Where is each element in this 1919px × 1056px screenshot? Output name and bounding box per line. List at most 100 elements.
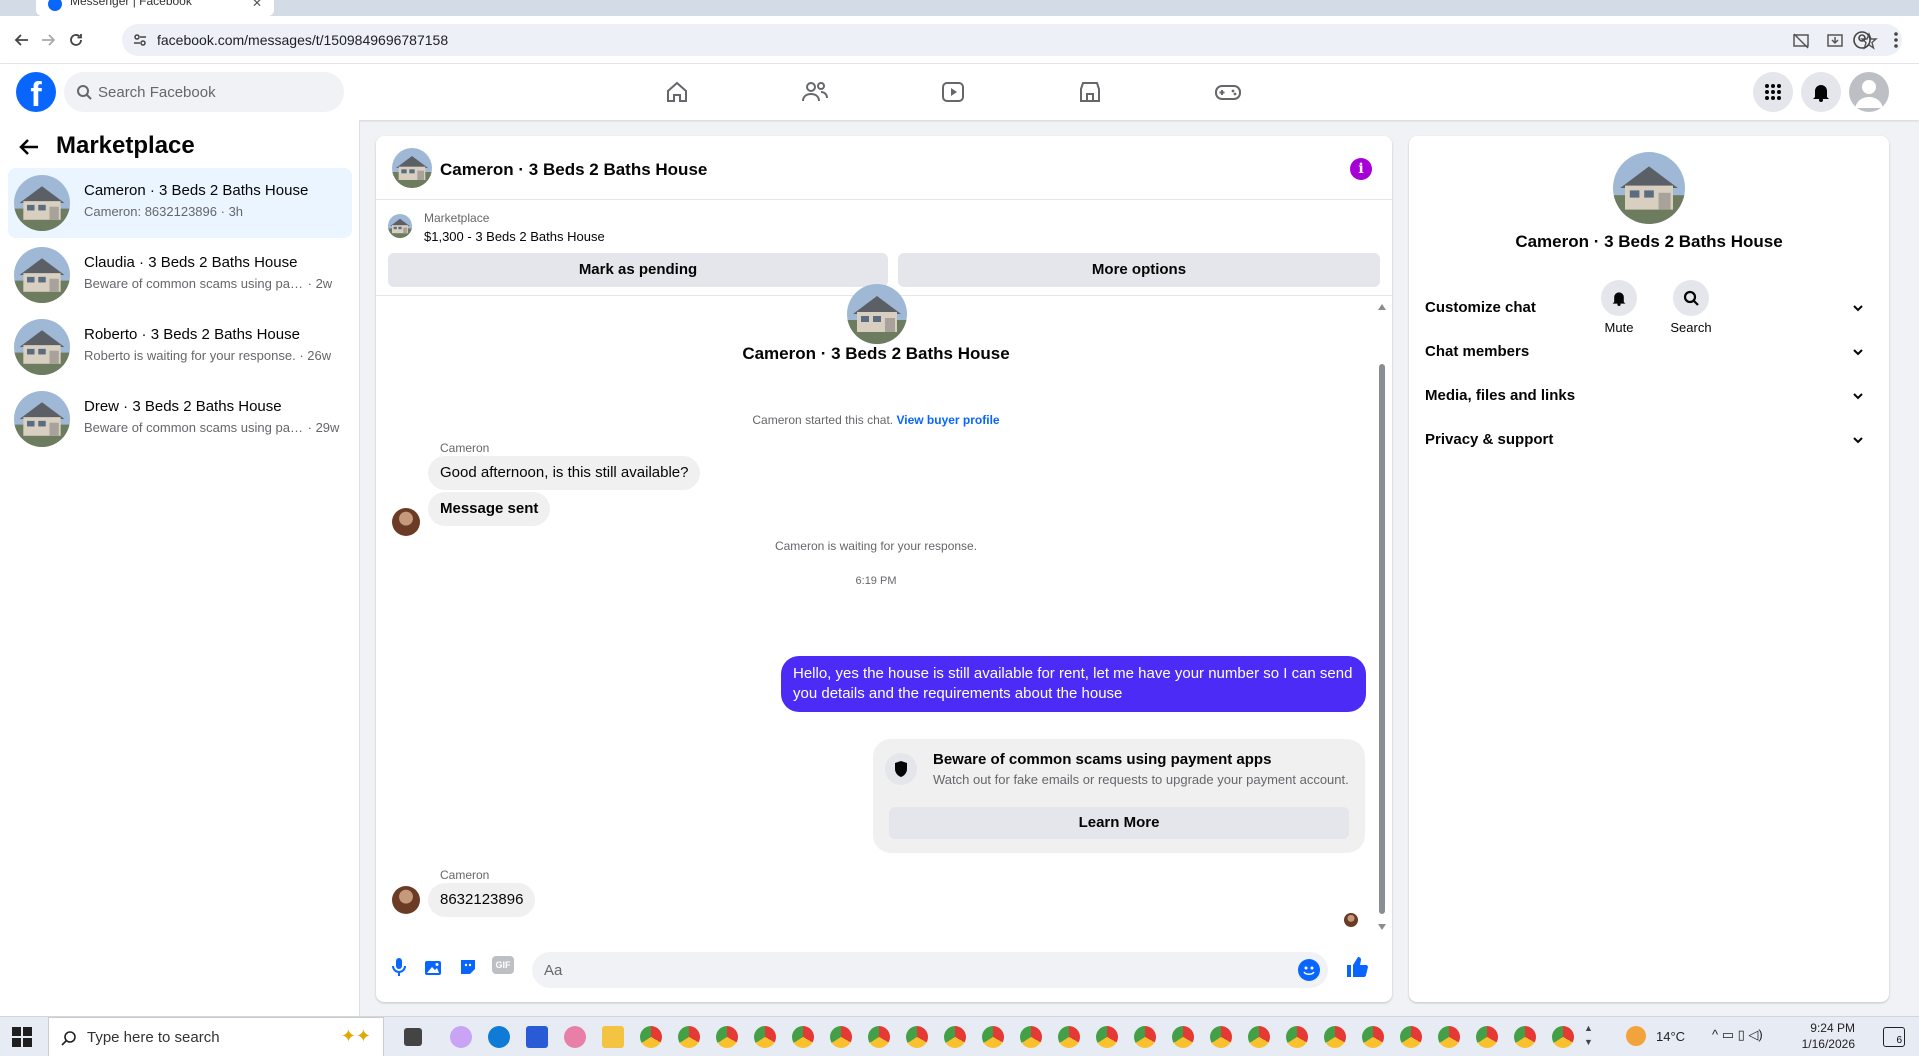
message-composer: GIF	[376, 936, 1392, 1002]
emoji-icon[interactable]	[1298, 959, 1320, 981]
menu-grid-button[interactable]	[1753, 72, 1793, 112]
chrome-app-icon[interactable]	[1286, 1026, 1308, 1048]
microphone-icon[interactable]	[388, 956, 410, 978]
listing-title[interactable]: $1,300 - 3 Beds 2 Baths House	[424, 229, 605, 244]
facebook-search-input[interactable]	[98, 72, 328, 112]
back-icon[interactable]	[10, 28, 34, 52]
conversation-item[interactable]: Roberto · 3 Beds 2 Baths House Roberto i…	[8, 312, 352, 382]
cast-off-icon[interactable]	[1792, 32, 1810, 50]
chrome-app-icon[interactable]	[716, 1026, 738, 1048]
install-app-icon[interactable]	[1826, 32, 1844, 50]
taskbar-search[interactable]: Type here to search ✦✦	[48, 1017, 384, 1056]
close-tab-icon[interactable]: ✕	[252, 0, 262, 10]
chrome-app-icon[interactable]	[678, 1026, 700, 1048]
chrome-app-icon[interactable]	[1134, 1026, 1156, 1048]
chrome-app-icon[interactable]	[906, 1026, 928, 1048]
listing-thumbnail[interactable]	[388, 214, 412, 238]
chrome-app-icon[interactable]	[1172, 1026, 1194, 1048]
account-avatar[interactable]	[1849, 72, 1889, 112]
copilot-app-icon[interactable]	[450, 1026, 472, 1048]
chrome-app-icon[interactable]	[944, 1026, 966, 1048]
chrome-app-icon[interactable]	[1058, 1026, 1080, 1048]
chrome-app-icon[interactable]	[1362, 1026, 1384, 1048]
chrome-app-icon[interactable]	[1438, 1026, 1460, 1048]
conversation-preview: Beware of common scams using pay...	[84, 420, 304, 435]
message-input[interactable]	[544, 952, 1284, 988]
conversation-preview: Beware of common scams using pay...	[84, 276, 304, 291]
system-tray-icons[interactable]: ^ ▭ ▯ ◁)	[1712, 1027, 1763, 1043]
thread-scrollbar[interactable]	[1378, 304, 1386, 930]
sender-avatar[interactable]	[392, 508, 420, 536]
incoming-message[interactable]: Message sent	[428, 492, 551, 526]
site-info-icon[interactable]	[132, 32, 148, 48]
store-app-icon[interactable]	[526, 1026, 548, 1048]
sender-avatar[interactable]	[392, 886, 420, 914]
browser-menu-icon[interactable]	[1884, 28, 1908, 52]
chrome-app-icon[interactable]	[1248, 1026, 1270, 1048]
conversation-item[interactable]: Cameron · 3 Beds 2 Baths House Cameron: …	[8, 168, 352, 238]
edge-app-icon[interactable]	[488, 1026, 510, 1048]
chrome-app-icon[interactable]	[1020, 1026, 1042, 1048]
chrome-app-icon[interactable]	[640, 1026, 662, 1048]
paint-app-icon[interactable]	[564, 1026, 586, 1048]
task-view-icon[interactable]	[404, 1028, 422, 1046]
video-nav-tab[interactable]	[898, 64, 1008, 120]
chat-members-section[interactable]: Chat members	[1425, 332, 1877, 372]
incoming-message[interactable]: 8632123896	[428, 883, 536, 917]
weather-temperature[interactable]: 14°C	[1656, 1029, 1685, 1044]
incoming-message[interactable]: Good afternoon, is this still available?	[428, 456, 701, 490]
facebook-search[interactable]	[64, 72, 344, 112]
forward-icon[interactable]	[36, 28, 60, 52]
chrome-app-icon[interactable]	[754, 1026, 776, 1048]
chrome-app-icon[interactable]	[1552, 1026, 1574, 1048]
reload-icon[interactable]	[64, 28, 88, 52]
more-options-button[interactable]: More options	[898, 253, 1380, 287]
browser-tab[interactable]: Messenger | Facebook ✕	[36, 0, 274, 16]
message-input-box[interactable]	[532, 952, 1328, 988]
privacy-support-section[interactable]: Privacy & support	[1425, 420, 1877, 460]
facebook-logo-icon[interactable]: f	[16, 72, 56, 112]
chat-avatar[interactable]	[392, 148, 432, 188]
conversation-item[interactable]: Drew · 3 Beds 2 Baths House Beware of co…	[8, 384, 352, 454]
notification-center-icon[interactable]: 6	[1883, 1027, 1905, 1047]
mark-as-pending-button[interactable]: Mark as pending	[388, 253, 888, 287]
photo-icon[interactable]	[422, 956, 444, 978]
outgoing-message[interactable]: Hello, yes the house is still available …	[781, 656, 1366, 712]
profile-icon[interactable]	[1850, 28, 1874, 52]
gaming-nav-tab[interactable]	[1173, 64, 1283, 120]
chrome-app-icon[interactable]	[1324, 1026, 1346, 1048]
file-explorer-icon[interactable]	[602, 1026, 624, 1048]
home-nav-tab[interactable]	[622, 64, 732, 120]
view-buyer-profile-link[interactable]: View buyer profile	[896, 413, 999, 427]
chrome-app-icon[interactable]	[1210, 1026, 1232, 1048]
chrome-app-icon[interactable]	[1400, 1026, 1422, 1048]
media-files-links-section[interactable]: Media, files and links	[1425, 376, 1877, 416]
taskbar-clock[interactable]: 9:24 PM 1/16/2026	[1802, 1020, 1855, 1052]
thumbs-up-icon[interactable]	[1344, 954, 1370, 980]
learn-more-button[interactable]: Learn More	[889, 807, 1349, 839]
marketplace-nav-tab[interactable]	[1035, 64, 1145, 120]
friends-nav-tab[interactable]	[760, 64, 870, 120]
windows-start-icon[interactable]	[12, 1027, 32, 1047]
customize-chat-section[interactable]: Customize chat	[1425, 288, 1877, 328]
chat-title[interactable]: Cameron · 3 Beds 2 Baths House	[440, 160, 707, 180]
chrome-app-icon[interactable]	[1514, 1026, 1536, 1048]
gif-icon[interactable]: GIF	[492, 956, 514, 974]
address-bar[interactable]: facebook.com/messages/t/1509849696787158	[122, 24, 1902, 56]
chat-header: Cameron · 3 Beds 2 Baths House i	[376, 136, 1392, 200]
chrome-app-icon[interactable]	[1476, 1026, 1498, 1048]
info-icon[interactable]: i	[1350, 158, 1372, 180]
chrome-app-icon[interactable]	[1096, 1026, 1118, 1048]
chrome-app-icon[interactable]	[868, 1026, 890, 1048]
taskbar-overflow-icon[interactable]: ▲ ▼	[1584, 1021, 1593, 1049]
chrome-app-icon[interactable]	[830, 1026, 852, 1048]
chrome-app-icon[interactable]	[792, 1026, 814, 1048]
details-avatar[interactable]	[1613, 152, 1685, 224]
sticker-icon[interactable]	[457, 956, 479, 978]
taskbar-search-placeholder: Type here to search	[87, 1029, 220, 1046]
conversation-item[interactable]: Claudia · 3 Beds 2 Baths House Beware of…	[8, 240, 352, 310]
scroll-thumb[interactable]	[1379, 364, 1385, 914]
notifications-button[interactable]	[1801, 72, 1841, 112]
back-arrow-icon[interactable]	[18, 136, 40, 158]
chrome-app-icon[interactable]	[982, 1026, 1004, 1048]
